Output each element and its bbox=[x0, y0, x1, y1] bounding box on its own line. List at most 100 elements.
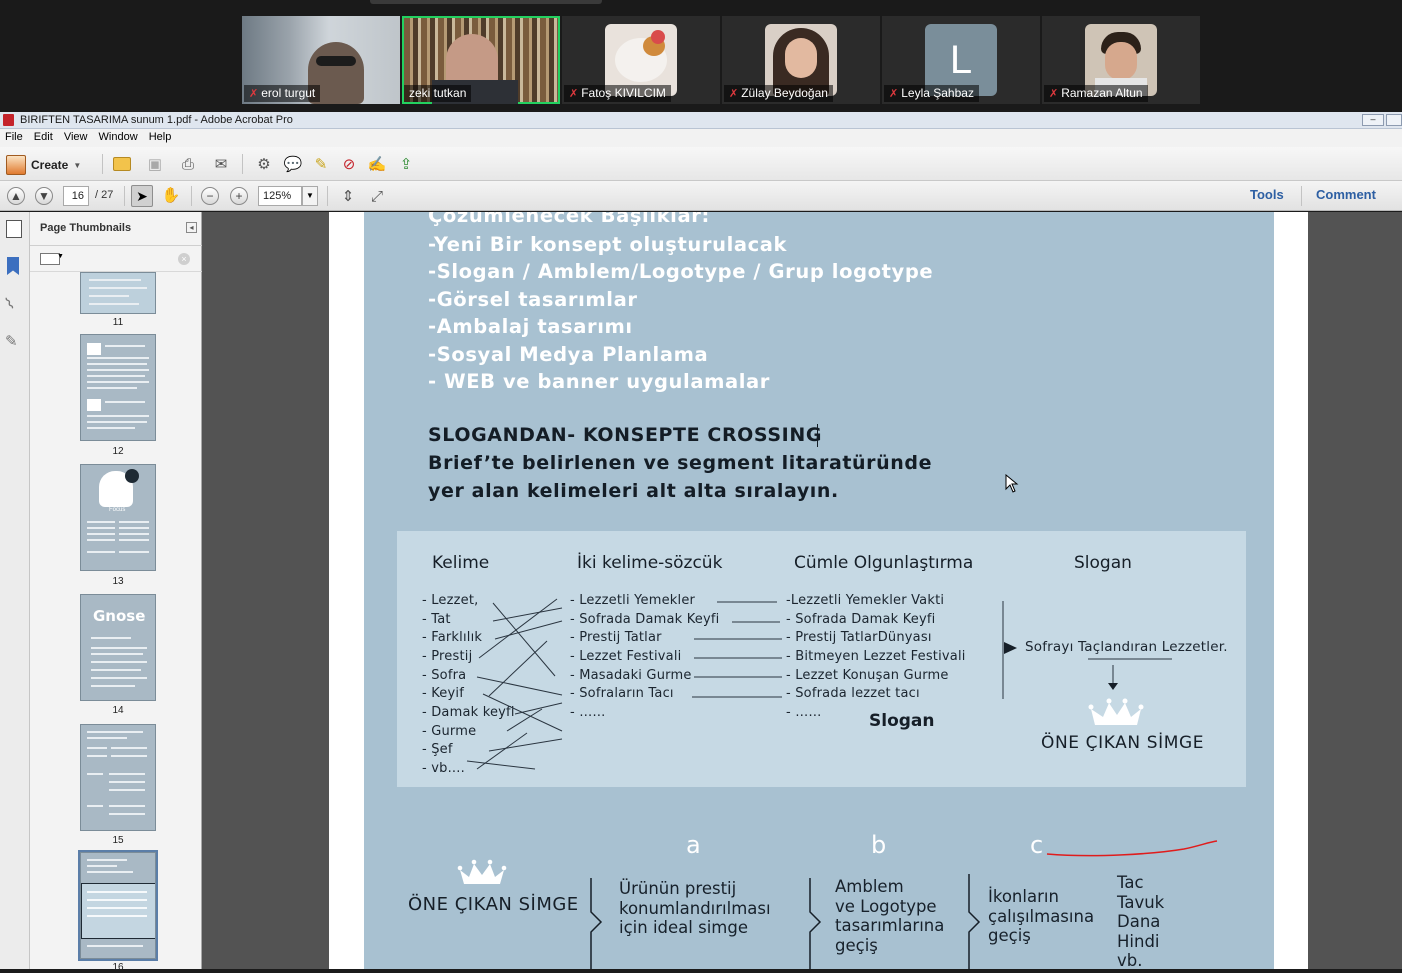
slide-heading: Çözümlenecek Başlıklar: bbox=[428, 212, 710, 227]
mic-muted-icon: ✗ bbox=[249, 88, 259, 100]
page-thumbnail-11[interactable] bbox=[80, 272, 156, 314]
topic-item: -Görsel tasarımlar bbox=[428, 288, 638, 311]
menu-help[interactable]: Help bbox=[149, 131, 172, 143]
export-icon[interactable]: ⇪ bbox=[396, 154, 416, 174]
bookmark-icon[interactable] bbox=[7, 257, 19, 275]
participant-name: ✗ Leyla Şahbaz bbox=[884, 85, 979, 102]
participant-name: zeki tutkan bbox=[404, 85, 472, 102]
participant-tile-2[interactable]: zeki tutkan bbox=[402, 16, 560, 104]
maximize-button[interactable] bbox=[1386, 114, 1402, 126]
crossing-diagram: Kelime İki kelime-sözcük Cümle Olgunlaşt… bbox=[397, 531, 1246, 787]
crossing-description: Brief’te belirlenen ve segment litaratür… bbox=[428, 452, 933, 474]
step-c-text: İkonların çalışılmasına geçiş bbox=[988, 887, 1095, 945]
topic-item: -Ambalaj tasarımı bbox=[428, 315, 633, 338]
crossing-title: SLOGANDAN- KONSEPTE CROSSING bbox=[428, 424, 823, 446]
menu-view[interactable]: View bbox=[64, 131, 88, 143]
menu-file[interactable]: File bbox=[5, 131, 23, 143]
thumbnail-page-number: 12 bbox=[112, 446, 124, 457]
menu-window[interactable]: Window bbox=[99, 131, 138, 143]
zoom-dropdown-icon[interactable]: ▼ bbox=[302, 186, 318, 206]
bottom-one-cikan-label: ÖNE ÇIKAN SİMGE bbox=[408, 894, 579, 915]
page-thumbnail-16-current[interactable] bbox=[78, 850, 158, 961]
close-icon[interactable]: × bbox=[178, 253, 190, 265]
create-icon bbox=[6, 155, 26, 175]
hand-tool-icon[interactable]: ✋ bbox=[160, 185, 182, 207]
page-thumbnail-12[interactable] bbox=[80, 334, 156, 441]
comment-bubble-icon[interactable]: 💬 bbox=[283, 154, 303, 174]
navigation-toolbar: ▲ ▼ 16 / 27 ➤ ✋ − + 125% ▼ ⇕ ⤢ Tools Com… bbox=[0, 181, 1402, 211]
icon-examples-list: Tac Tavuk Dana Hindi vb. bbox=[1117, 873, 1165, 969]
print-icon[interactable]: ⎙ bbox=[178, 154, 198, 174]
page-count: / 27 bbox=[95, 189, 114, 201]
thumbnail-text: Gnose bbox=[93, 607, 146, 625]
thumbnail-page-number: 13 bbox=[112, 576, 124, 587]
participant-name: ✗ Zülay Beydoğan bbox=[724, 85, 833, 102]
slogan-result: Sofrayı Taçlandıran Lezzetler. bbox=[1025, 639, 1228, 655]
page-thumbnail-14[interactable]: Gnose bbox=[80, 594, 156, 701]
next-page-icon[interactable]: ▼ bbox=[35, 187, 53, 205]
step-a-text: Ürünün prestij konumlandırılması için id… bbox=[619, 879, 771, 937]
thumbnail-page-number: 14 bbox=[112, 705, 124, 716]
main-toolbar: Create ▼ ▣ ⎙ ✉ ⚙ 💬 ✎ ⊘ ✍ ⇪ bbox=[0, 147, 1402, 181]
redact-icon[interactable]: ⊘ bbox=[339, 154, 359, 174]
dot bbox=[125, 469, 139, 483]
participant-strip: ✗ erol turgut zeki tutkan ✗ Fatoş KIVILCIM… bbox=[0, 0, 1402, 112]
meeting-topbar[interactable] bbox=[370, 0, 602, 4]
participant-name: ✗ erol turgut bbox=[244, 85, 321, 102]
participant-tile-5[interactable]: L ✗ Leyla Şahbaz bbox=[882, 16, 1040, 104]
fit-width-icon[interactable]: ⤢ bbox=[367, 186, 387, 206]
zoom-out-icon[interactable]: − bbox=[201, 187, 219, 205]
mic-muted-icon: ✗ bbox=[569, 88, 579, 100]
mouse-pointer-icon bbox=[1005, 474, 1019, 493]
mic-muted-icon: ✗ bbox=[889, 88, 899, 100]
thumbnail-page-number: 15 bbox=[112, 835, 124, 846]
menu-edit[interactable]: Edit bbox=[34, 131, 53, 143]
slide-content: Çözümlenecek Başlıklar: -Yeni Bir konsep… bbox=[364, 212, 1274, 969]
red-annotation-stroke bbox=[1046, 840, 1218, 857]
text-cursor bbox=[817, 424, 818, 447]
participant-tile-3[interactable]: ✗ Fatoş KIVILCIM bbox=[562, 16, 720, 104]
menu-bar: File Edit View Window Help bbox=[0, 129, 1402, 147]
highlight-icon[interactable]: ✎ bbox=[311, 154, 331, 174]
open-folder-icon[interactable] bbox=[112, 154, 132, 174]
step-b-text: Amblem ve Logotype tasarımlarına geçiş bbox=[835, 877, 945, 955]
settings-gear-icon[interactable]: ⚙ bbox=[254, 154, 274, 174]
one-cikan-simge-label: ÖNE ÇIKAN SİMGE bbox=[1041, 733, 1205, 753]
topic-item: -Yeni Bir konsept oluşturulacak bbox=[428, 233, 788, 256]
tools-pane-button[interactable]: Tools bbox=[1250, 187, 1284, 202]
comment-pane-button[interactable]: Comment bbox=[1316, 187, 1376, 202]
page-thumbnail-13[interactable]: Focus bbox=[80, 464, 156, 571]
page-thumbnail-15[interactable] bbox=[80, 724, 156, 831]
zoom-input[interactable]: 125% bbox=[258, 186, 302, 206]
participant-tile-1[interactable]: ✗ erol turgut bbox=[242, 16, 400, 104]
topic-item: -Sosyal Medya Planlama bbox=[428, 343, 709, 366]
sign-icon[interactable]: ✍ bbox=[367, 154, 387, 174]
panel-options-bar: ▼ × bbox=[30, 247, 202, 272]
collapse-panel-icon[interactable]: ◂ bbox=[186, 222, 197, 233]
window-title: BIRIFTEN TASARIMA sunum 1.pdf - Adobe Ac… bbox=[20, 114, 293, 126]
select-cursor-icon[interactable]: ➤ bbox=[131, 185, 153, 207]
participant-tile-4[interactable]: ✗ Zülay Beydoğan bbox=[722, 16, 880, 104]
navigation-pane-icons: ⌇ ✎ bbox=[0, 212, 30, 969]
signature-icon[interactable]: ✎ bbox=[5, 332, 18, 350]
minimize-button[interactable]: – bbox=[1362, 114, 1384, 126]
attachment-paperclip-icon[interactable]: ⌇ bbox=[2, 293, 19, 314]
previous-page-icon[interactable]: ▲ bbox=[7, 187, 25, 205]
thumbnail-page-number: 11 bbox=[112, 317, 124, 328]
chevron-down-icon: ▼ bbox=[73, 160, 82, 170]
participant-tile-6[interactable]: ✗ Ramazan Altun bbox=[1042, 16, 1200, 104]
save-icon[interactable]: ▣ bbox=[145, 154, 165, 174]
page-thumbnails-icon[interactable] bbox=[6, 220, 22, 238]
participant-name: ✗ Fatoş KIVILCIM bbox=[564, 85, 671, 102]
zoom-in-icon[interactable]: + bbox=[230, 187, 248, 205]
mic-muted-icon: ✗ bbox=[1049, 88, 1059, 100]
crown-icon bbox=[1088, 698, 1144, 725]
topic-item: - WEB ve banner uygulamalar bbox=[428, 370, 771, 393]
document-viewer[interactable]: Çözümlenecek Başlıklar: -Yeni Bir konsep… bbox=[202, 212, 1402, 969]
pdf-page: Çözümlenecek Başlıklar: -Yeni Bir konsep… bbox=[329, 212, 1308, 969]
create-button[interactable]: Create ▼ bbox=[6, 154, 81, 176]
fit-page-icon[interactable]: ⇕ bbox=[338, 186, 358, 206]
email-icon[interactable]: ✉ bbox=[211, 154, 231, 174]
chevron-down-icon[interactable]: ▼ bbox=[57, 253, 64, 260]
page-number-input[interactable]: 16 bbox=[63, 186, 89, 206]
